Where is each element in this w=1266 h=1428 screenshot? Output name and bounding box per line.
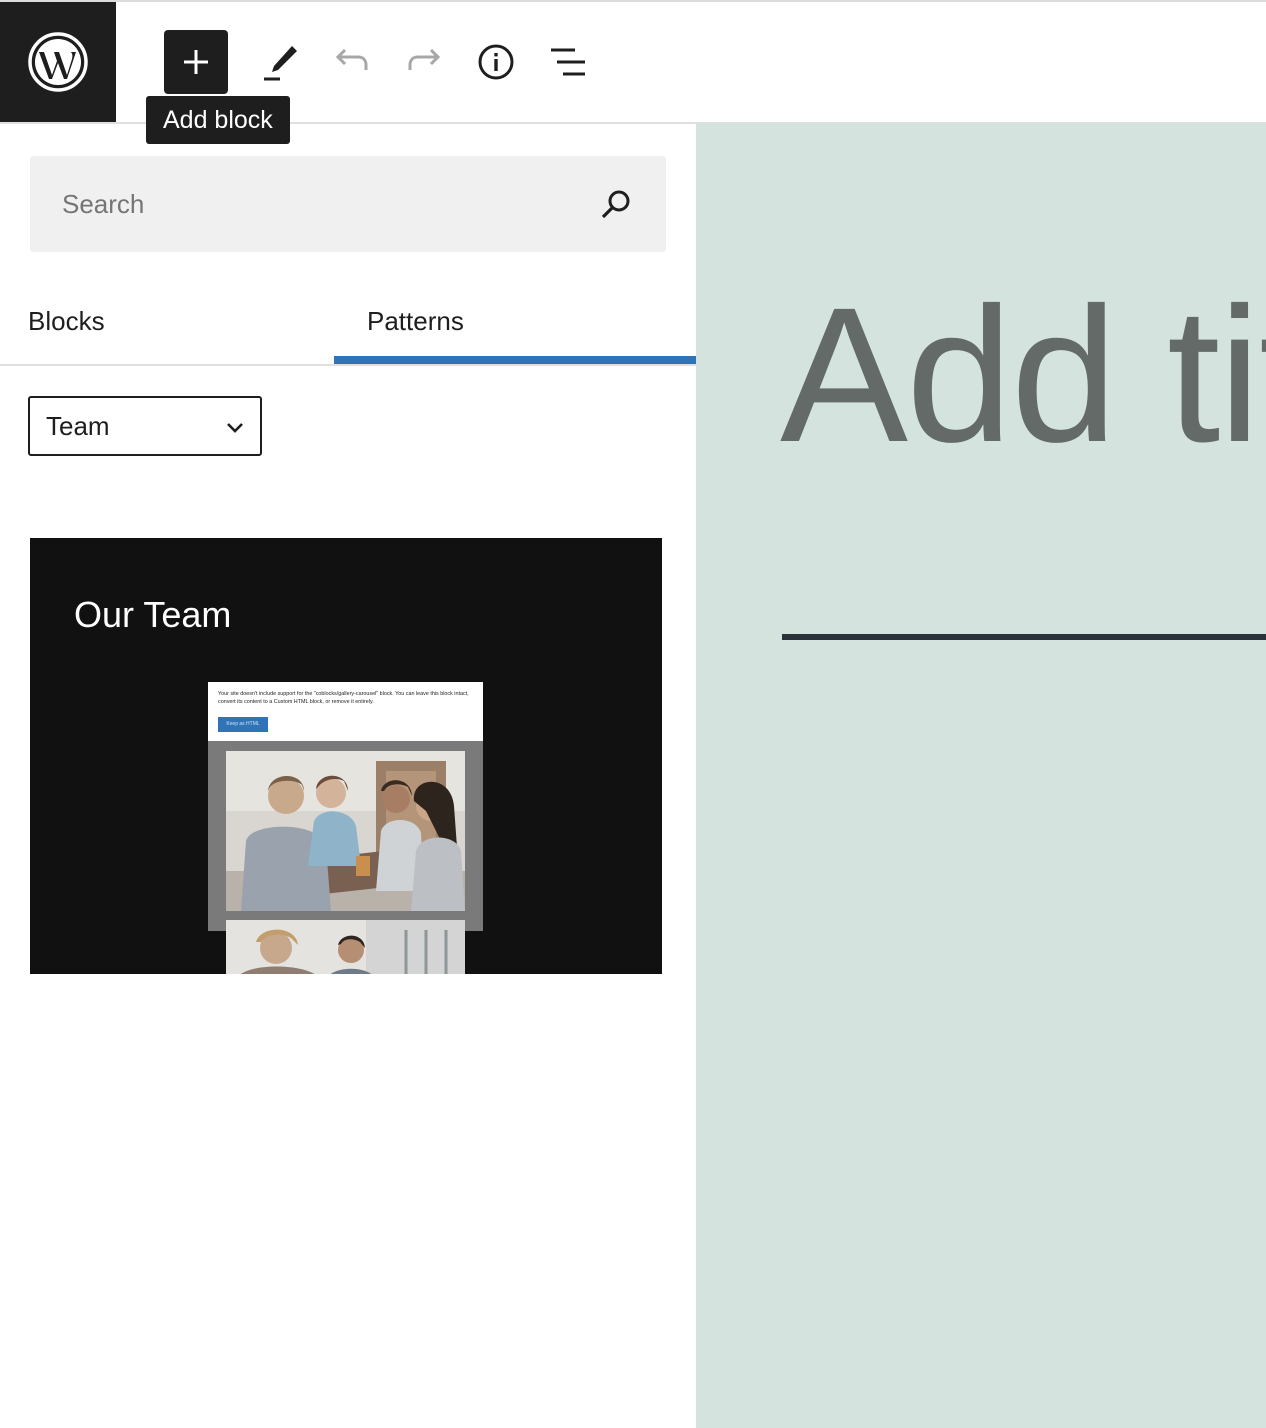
redo-icon: [408, 48, 441, 70]
list-view-button[interactable]: [536, 30, 600, 94]
pattern-heading: Our Team: [74, 594, 232, 635]
add-block-tooltip: Add block: [146, 96, 290, 144]
details-button[interactable]: [464, 30, 528, 94]
keep-as-html-button: Keep as HTML: [218, 717, 268, 732]
block-inserter-panel: Blocks Patterns Team Our Team Your site …: [0, 124, 696, 1428]
team-photo-1: [226, 751, 465, 911]
undo-icon: [335, 48, 368, 70]
pattern-preview-our-team[interactable]: Our Team Your site doesn't include suppo…: [30, 538, 662, 974]
notice-text: Your site doesn't include support for th…: [218, 691, 469, 705]
tab-patterns[interactable]: Patterns: [334, 280, 696, 362]
post-title-placeholder[interactable]: Add title: [780, 264, 1266, 485]
title-separator: [782, 634, 1266, 640]
tools-button[interactable]: [248, 30, 312, 94]
info-icon: [478, 44, 514, 80]
editor-canvas: Add title: [696, 124, 1266, 1428]
pattern-category-select[interactable]: Team: [28, 396, 262, 456]
plus-icon: [184, 50, 208, 74]
pattern-category-value: Team: [46, 411, 110, 441]
search-icon[interactable]: [600, 188, 632, 220]
chevron-down-icon: [227, 423, 243, 433]
unsupported-block-notice: Your site doesn't include support for th…: [208, 682, 483, 741]
add-block-button[interactable]: [164, 30, 228, 94]
pencil-icon: [264, 46, 297, 81]
editor-toolbar: Add block: [0, 2, 1266, 144]
team-photo-2: [226, 920, 465, 974]
search-input[interactable]: [30, 156, 590, 252]
wordpress-logo-icon: [28, 32, 88, 92]
tab-blocks[interactable]: Blocks: [28, 280, 105, 362]
undo-button[interactable]: [320, 30, 384, 94]
inserter-tabs: Blocks Patterns: [0, 280, 696, 366]
wordpress-logo-button[interactable]: [0, 2, 116, 122]
active-tab-indicator: [334, 356, 696, 364]
redo-button[interactable]: [392, 30, 456, 94]
search-box: [30, 156, 666, 252]
list-view-icon: [551, 48, 585, 76]
